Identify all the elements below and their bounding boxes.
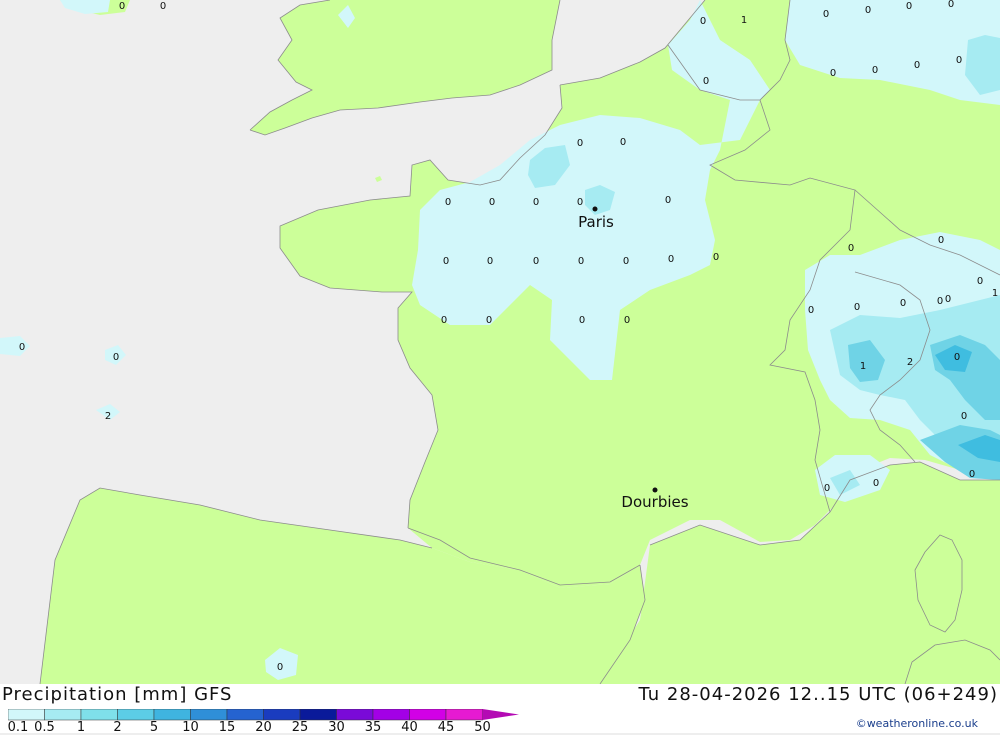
precip-value-label: 0 bbox=[533, 256, 539, 267]
city-label: Dourbies bbox=[621, 493, 688, 511]
precip-value-label: 0 bbox=[119, 1, 125, 12]
precip-value-label: 0 bbox=[873, 478, 879, 489]
legend-swatch bbox=[226, 708, 264, 721]
precip-value-label: 0 bbox=[954, 352, 960, 363]
precip-value-label: 0 bbox=[489, 197, 495, 208]
legend-swatch bbox=[336, 708, 374, 721]
precip-value-label: 0 bbox=[703, 76, 709, 87]
city-dot bbox=[652, 487, 658, 493]
precip-value-label: 0 bbox=[865, 5, 871, 16]
legend-swatch bbox=[190, 708, 228, 721]
precip-value-label: 0 bbox=[969, 469, 975, 480]
legend-arrow bbox=[482, 709, 519, 720]
precip-value-label: 0 bbox=[624, 315, 630, 326]
precip-value-label: 0 bbox=[19, 342, 25, 353]
legend-swatch bbox=[299, 708, 337, 721]
precip-value-label: 0 bbox=[872, 65, 878, 76]
precip-value-label: 0 bbox=[579, 315, 585, 326]
legend-swatch bbox=[117, 708, 155, 721]
precip-value-label: 2 bbox=[907, 357, 913, 368]
legend-swatch bbox=[409, 708, 447, 721]
precip-value-label: 0 bbox=[824, 483, 830, 494]
precip-value-label: 0 bbox=[914, 60, 920, 71]
precip-value-label: 0 bbox=[577, 138, 583, 149]
precip-value-label: 0 bbox=[533, 197, 539, 208]
precip-value-label: 0 bbox=[277, 662, 283, 673]
precip-value-label: 0 bbox=[578, 256, 584, 267]
precip-value-label: 0 bbox=[577, 197, 583, 208]
precip-value-label: 0 bbox=[443, 256, 449, 267]
precip-value-label: 0 bbox=[948, 0, 954, 10]
precip-value-label: 0 bbox=[486, 315, 492, 326]
legend-swatch bbox=[153, 708, 191, 721]
city-dot bbox=[592, 206, 598, 212]
legend-swatch bbox=[44, 708, 82, 721]
precip-value-label: 1 bbox=[741, 15, 747, 26]
precip-value-label: 0 bbox=[487, 256, 493, 267]
precip-value-label: 0 bbox=[977, 276, 983, 287]
precip-value-label: 0 bbox=[854, 302, 860, 313]
precip-value-label: 0 bbox=[668, 254, 674, 265]
legend-swatch bbox=[7, 708, 45, 721]
precip-value-label: 0 bbox=[961, 411, 967, 422]
precip-value-label: 0 bbox=[956, 55, 962, 66]
precipitation-map[interactable]: 0 0 0 1 0 0 0 0 0 0 0 0 0 0 0 0 0 0 0 0 0 0 0 0 0 0 0 0 0 0 0 0 0 0 0 0 0 1 0 0… bbox=[0, 0, 1000, 684]
legend-swatch bbox=[263, 708, 301, 721]
precip-value-label: 0 bbox=[700, 16, 706, 27]
legend-swatch bbox=[372, 708, 410, 721]
timestamp-label: Tu 28-04-2026 12..15 UTC (06+249) bbox=[638, 684, 998, 705]
precip-value-label: 0 bbox=[445, 197, 451, 208]
precip-value-label: 0 bbox=[830, 68, 836, 79]
precip-value-label: 1 bbox=[992, 288, 998, 299]
precip-value-label: 0 bbox=[937, 296, 943, 307]
precip-value-label: 0 bbox=[848, 243, 854, 254]
map-footer: Precipitation [mm] GFS Tu 28-04-2026 12.… bbox=[0, 684, 1000, 735]
precip-value-label: 0 bbox=[665, 195, 671, 206]
precip-value-label: 0 bbox=[906, 1, 912, 12]
precip-value-label: 0 bbox=[160, 1, 166, 12]
precip-value-label: 0 bbox=[620, 137, 626, 148]
legend-swatch bbox=[445, 708, 483, 721]
precip-value-label: 1 bbox=[860, 361, 866, 372]
precip-value-label: 0 bbox=[713, 252, 719, 263]
precip-value-label: 0 bbox=[113, 352, 119, 363]
legend-swatch bbox=[80, 708, 118, 721]
precip-value-label: 0 bbox=[441, 315, 447, 326]
map-title: Precipitation [mm] GFS bbox=[2, 684, 233, 705]
city-label: Paris bbox=[578, 213, 614, 231]
precip-value-label: 0 bbox=[623, 256, 629, 267]
precip-value-label: 0 bbox=[808, 305, 814, 316]
precip-value-label: 0 bbox=[945, 294, 951, 305]
credit-link[interactable]: ©weatheronline.co.uk bbox=[856, 717, 978, 730]
precip-value-label: 0 bbox=[900, 298, 906, 309]
precip-value-label: 2 bbox=[105, 411, 111, 422]
precip-value-label: 0 bbox=[823, 9, 829, 20]
precip-value-label: 0 bbox=[938, 235, 944, 246]
